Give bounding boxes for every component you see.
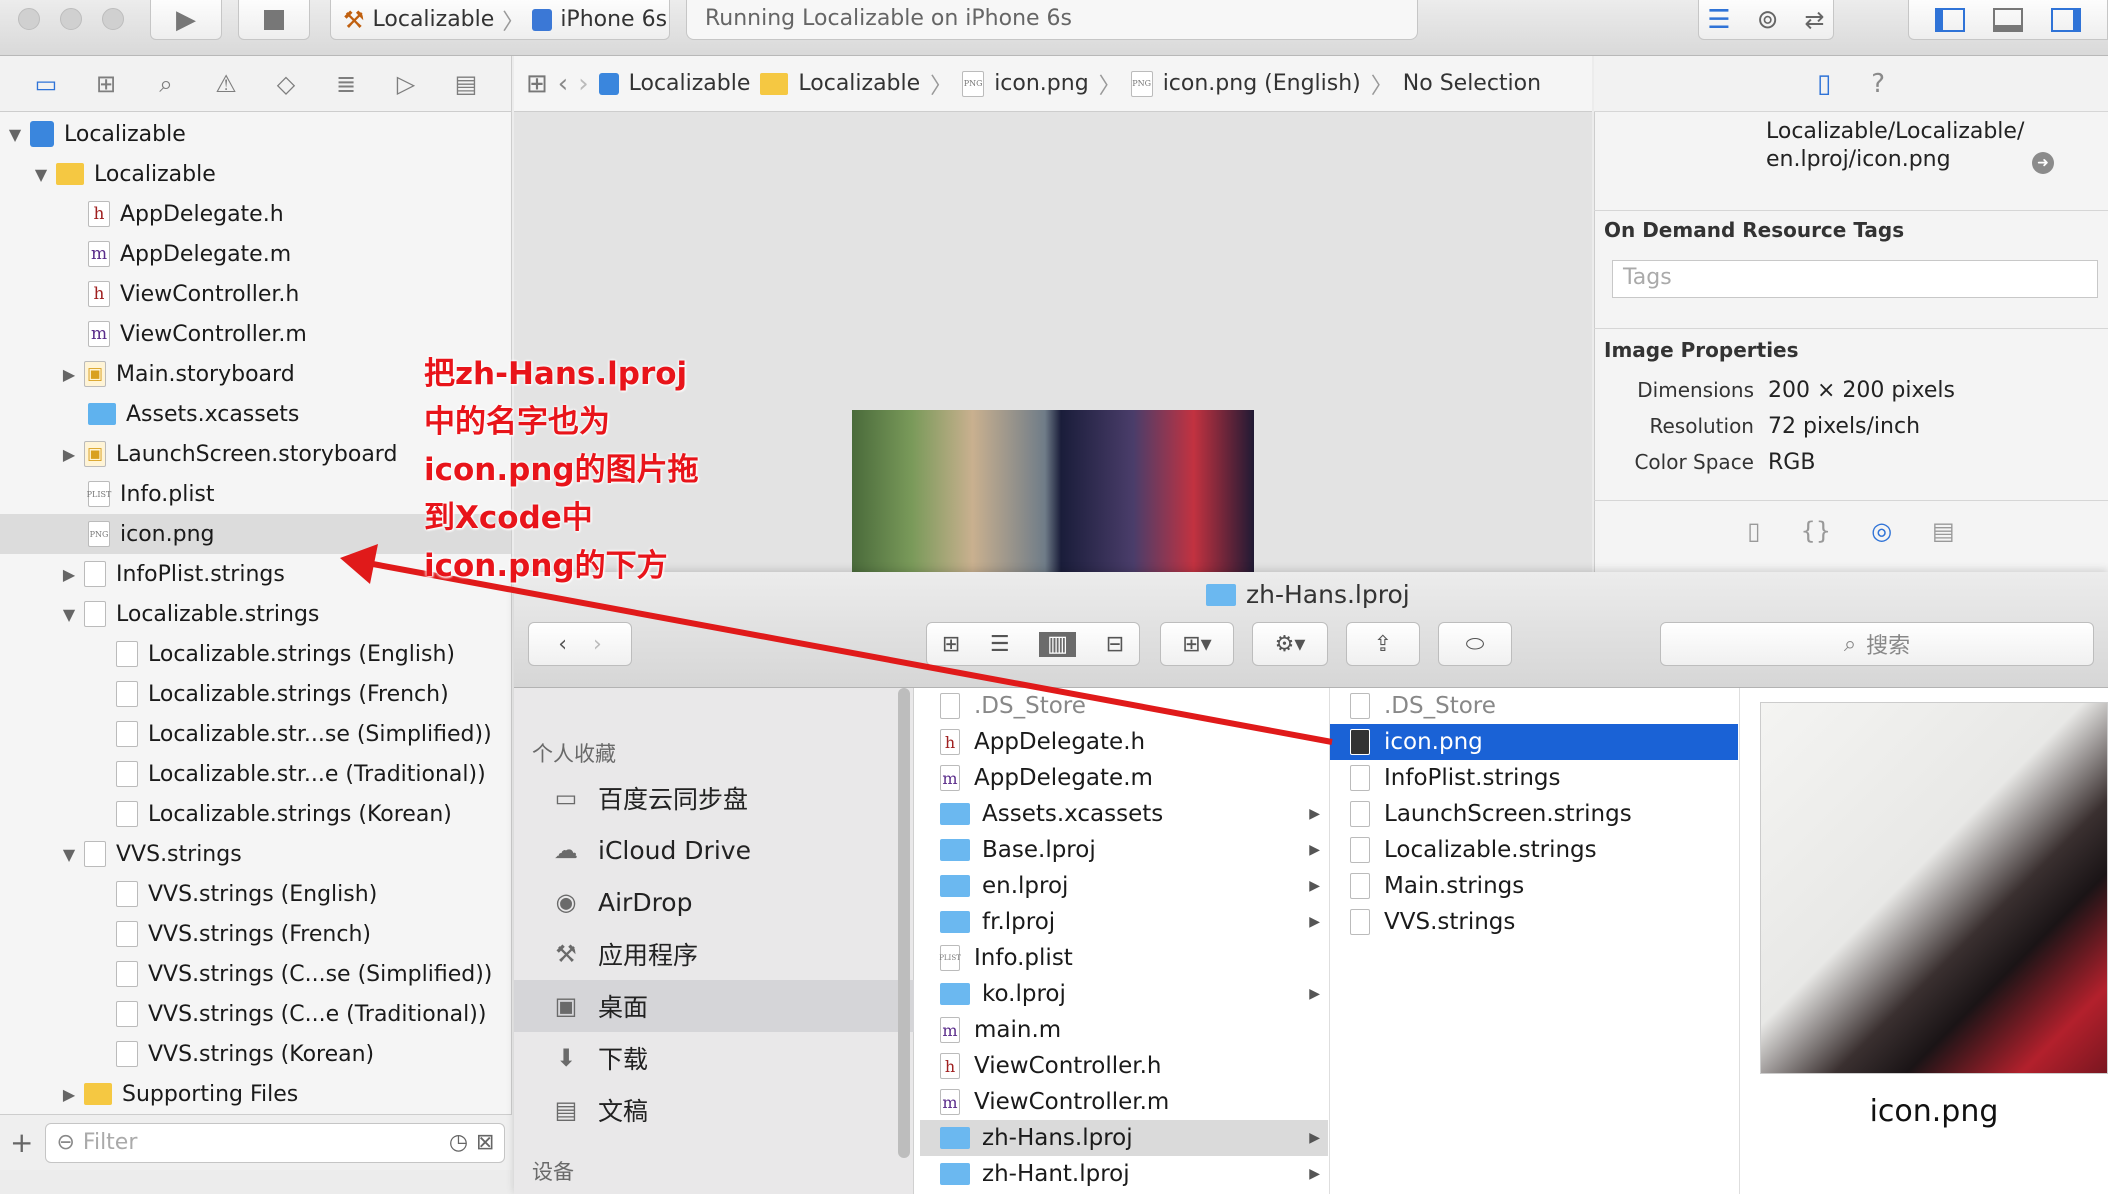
annotation-arrow xyxy=(340,544,1333,745)
annotation-line: 到Xcode中 xyxy=(424,500,593,536)
annotation-line: 中的名字也为 xyxy=(424,404,610,440)
annotation-line: 把zh-Hans.lproj xyxy=(424,356,688,392)
annotation-line: icon.png的图片拖 xyxy=(424,452,699,488)
annotation-text: 把zh-Hans.lproj 中的名字也为 icon.png的图片拖 到Xcod… xyxy=(424,350,699,590)
annotation-line: icon.png的下方 xyxy=(424,548,668,584)
